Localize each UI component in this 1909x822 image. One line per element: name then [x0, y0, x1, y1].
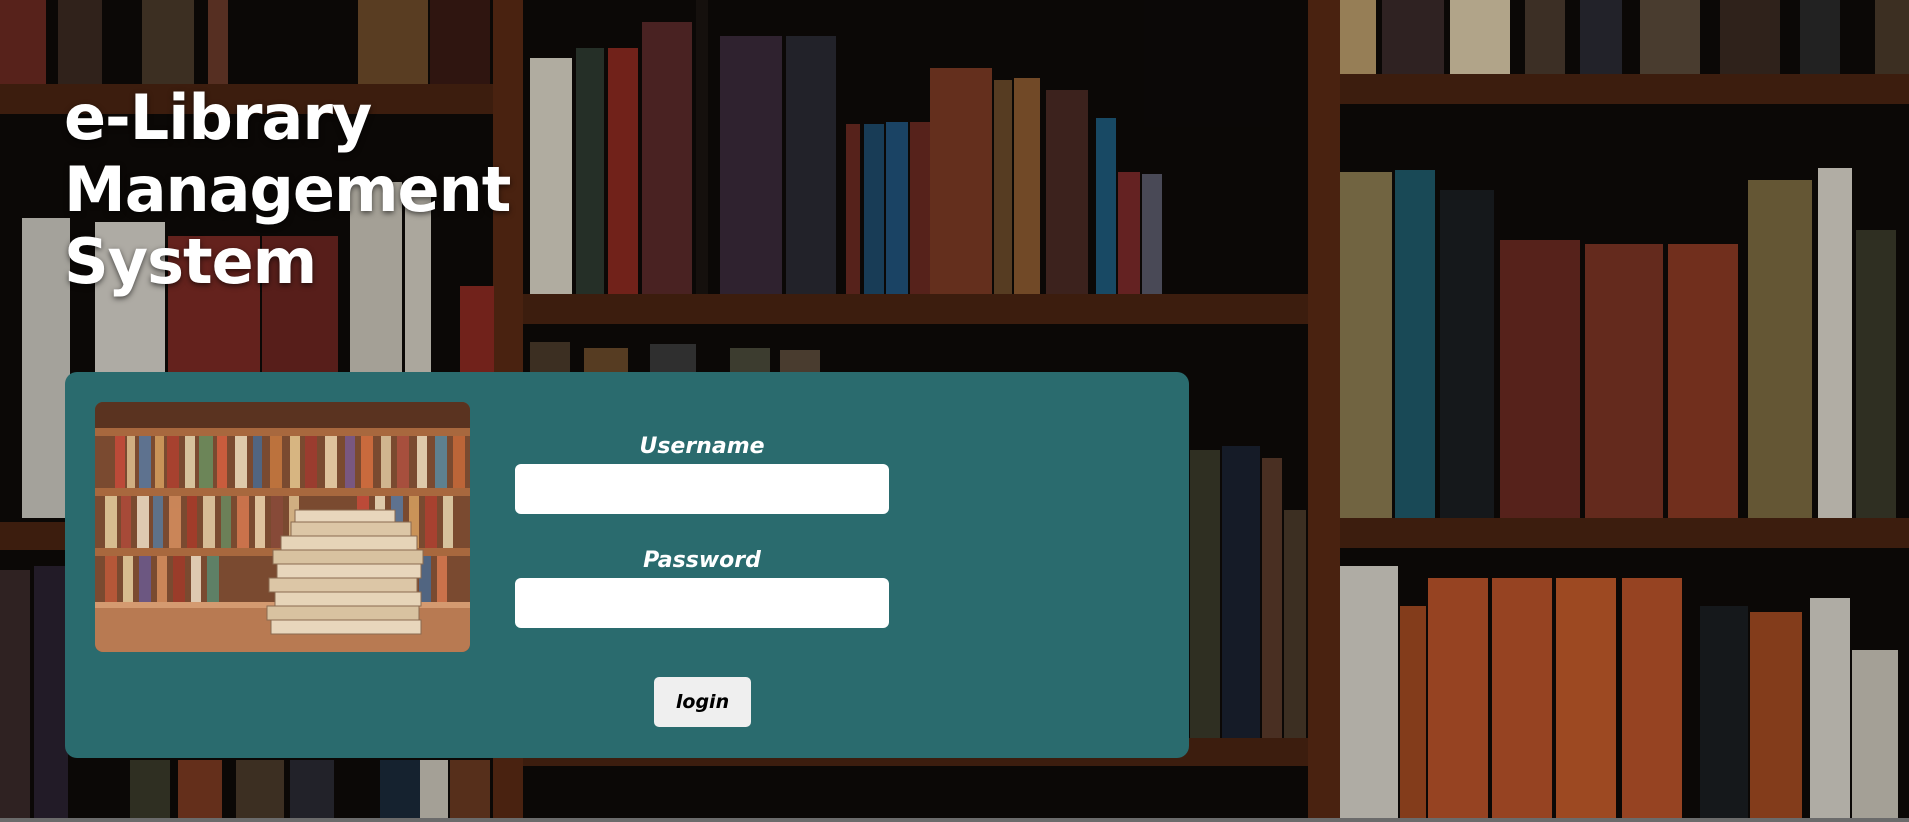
login-panel: Username Password login	[65, 372, 1189, 758]
library-books-image	[95, 402, 470, 652]
login-button[interactable]: login	[654, 677, 751, 727]
username-label: Username	[639, 434, 765, 459]
password-label: Password	[643, 548, 761, 573]
page-title: e-Library Management System	[64, 81, 511, 298]
username-input[interactable]	[515, 464, 889, 514]
books-stack-illustration	[95, 402, 470, 652]
password-input[interactable]	[515, 578, 889, 628]
bottom-edge-strip	[0, 818, 1909, 822]
